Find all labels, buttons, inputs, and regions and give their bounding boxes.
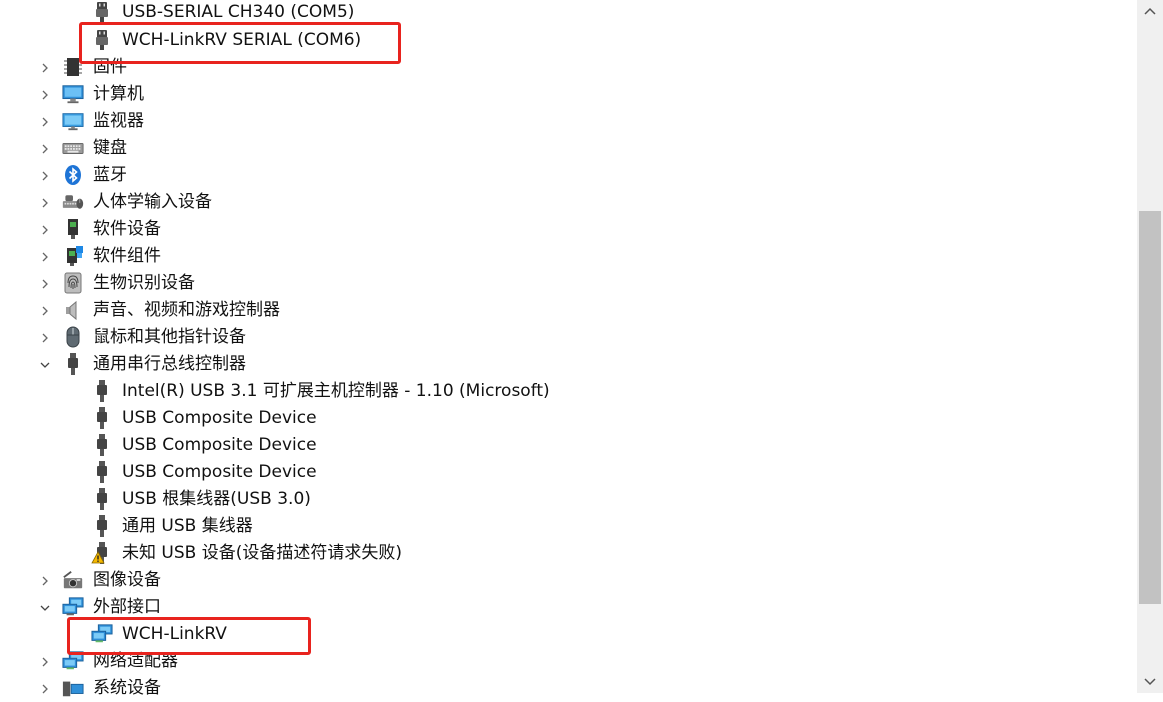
hid-icon — [62, 191, 84, 213]
tree-item-unknown-usb-device[interactable]: 未知 USB 设备(设备描述符请求失败) — [0, 540, 1137, 567]
tree-item-label: 通用 USB 集线器 — [122, 516, 253, 536]
highlight-box-linkrv — [67, 617, 311, 655]
device-tree: USB-SERIAL CH340 (COM5) WCH-LinkRV SERIA… — [0, 0, 1137, 698]
network-icon — [62, 596, 84, 618]
usb-icon — [62, 353, 84, 375]
chevron-right-icon[interactable] — [37, 276, 53, 292]
monitor-icon — [62, 110, 84, 132]
computer-icon — [62, 83, 84, 105]
tree-category-imaging-devices[interactable]: 图像设备 — [0, 567, 1137, 594]
tree-category-computer[interactable]: 计算机 — [0, 81, 1137, 108]
usb-icon — [91, 380, 113, 402]
tree-item-intel-usb-host-controller[interactable]: Intel(R) USB 3.1 可扩展主机控制器 - 1.10 (Micros… — [0, 378, 1137, 405]
tree-item-generic-usb-hub[interactable]: 通用 USB 集线器 — [0, 513, 1137, 540]
chevron-right-icon[interactable] — [37, 195, 53, 211]
tree-item-label: 未知 USB 设备(设备描述符请求失败) — [122, 543, 402, 563]
tree-item-label: USB Composite Device — [122, 435, 317, 455]
tree-item-label: 计算机 — [93, 84, 144, 104]
usb-icon — [91, 461, 113, 483]
tree-item-usb-composite-device[interactable]: USB Composite Device — [0, 405, 1137, 432]
tree-category-bluetooth[interactable]: 蓝牙 — [0, 162, 1137, 189]
tree-category-mice[interactable]: 鼠标和其他指针设备 — [0, 324, 1137, 351]
tree-item-usb-root-hub[interactable]: USB 根集线器(USB 3.0) — [0, 486, 1137, 513]
tree-category-software-components[interactable]: 软件组件 — [0, 243, 1137, 270]
tree-item-label: 鼠标和其他指针设备 — [93, 327, 246, 347]
chevron-right-icon[interactable] — [37, 303, 53, 319]
tree-item-label: USB Composite Device — [122, 462, 317, 482]
tree-item-usb-composite-device[interactable]: USB Composite Device — [0, 459, 1137, 486]
tree-item-label: 软件设备 — [93, 219, 161, 239]
system-icon — [62, 677, 84, 699]
highlight-box-serial — [79, 22, 401, 64]
chevron-right-icon[interactable] — [37, 87, 53, 103]
tree-category-software-devices[interactable]: 软件设备 — [0, 216, 1137, 243]
mouse-icon — [62, 326, 84, 348]
tree-item-label: 系统设备 — [93, 678, 161, 698]
usb-icon — [91, 434, 113, 456]
tree-item-label: 生物识别设备 — [93, 273, 195, 293]
tree-item-label: 通用串行总线控制器 — [93, 354, 246, 374]
tree-item-label: 软件组件 — [93, 246, 161, 266]
chevron-right-icon[interactable] — [37, 654, 53, 670]
tree-item-usb-composite-device[interactable]: USB Composite Device — [0, 432, 1137, 459]
chevron-right-icon[interactable] — [37, 141, 53, 157]
chevron-right-icon[interactable] — [37, 222, 53, 238]
chevron-right-icon[interactable] — [37, 681, 53, 697]
tree-item-label: 声音、视频和游戏控制器 — [93, 300, 280, 320]
usb-icon — [91, 407, 113, 429]
chevron-right-icon[interactable] — [37, 573, 53, 589]
tree-item-label: 图像设备 — [93, 570, 161, 590]
serial-port-icon — [91, 1, 113, 23]
fingerprint-icon — [62, 272, 84, 294]
chevron-right-icon[interactable] — [37, 168, 53, 184]
chevron-right-icon[interactable] — [37, 249, 53, 265]
tree-item-label: 人体学输入设备 — [93, 192, 212, 212]
usb-icon — [91, 488, 113, 510]
speaker-icon — [62, 299, 84, 321]
tree-category-usb-controllers[interactable]: 通用串行总线控制器 — [0, 351, 1137, 378]
tree-category-hid[interactable]: 人体学输入设备 — [0, 189, 1137, 216]
chevron-down-icon[interactable] — [37, 357, 53, 373]
chevron-down-icon[interactable] — [37, 600, 53, 616]
usb-warning-icon — [91, 542, 113, 564]
chevron-right-icon[interactable] — [37, 114, 53, 130]
scrollbar-thumb[interactable] — [1139, 211, 1161, 604]
usb-icon — [91, 515, 113, 537]
tree-category-system-devices[interactable]: 系统设备 — [0, 675, 1137, 702]
tree-category-keyboard[interactable]: 键盘 — [0, 135, 1137, 162]
chevron-right-icon[interactable] — [37, 330, 53, 346]
scroll-down-arrow-icon[interactable] — [1142, 673, 1158, 689]
keyboard-icon — [62, 137, 84, 159]
scroll-up-arrow-icon[interactable] — [1142, 4, 1158, 20]
tree-item-label: USB Composite Device — [122, 408, 317, 428]
tree-item-label: 监视器 — [93, 111, 144, 131]
tree-item-label: USB 根集线器(USB 3.0) — [122, 489, 311, 509]
camera-icon — [62, 569, 84, 591]
tree-item-label: 蓝牙 — [93, 165, 127, 185]
tree-category-sound-video-game[interactable]: 声音、视频和游戏控制器 — [0, 297, 1137, 324]
tree-item-label: Intel(R) USB 3.1 可扩展主机控制器 - 1.10 (Micros… — [122, 381, 550, 401]
chevron-right-icon[interactable] — [37, 60, 53, 76]
software-component-icon — [62, 245, 84, 267]
tree-item-label: 键盘 — [93, 138, 127, 158]
tree-category-biometric[interactable]: 生物识别设备 — [0, 270, 1137, 297]
tree-category-monitor[interactable]: 监视器 — [0, 108, 1137, 135]
software-device-icon — [62, 218, 84, 240]
bluetooth-icon — [62, 164, 84, 186]
